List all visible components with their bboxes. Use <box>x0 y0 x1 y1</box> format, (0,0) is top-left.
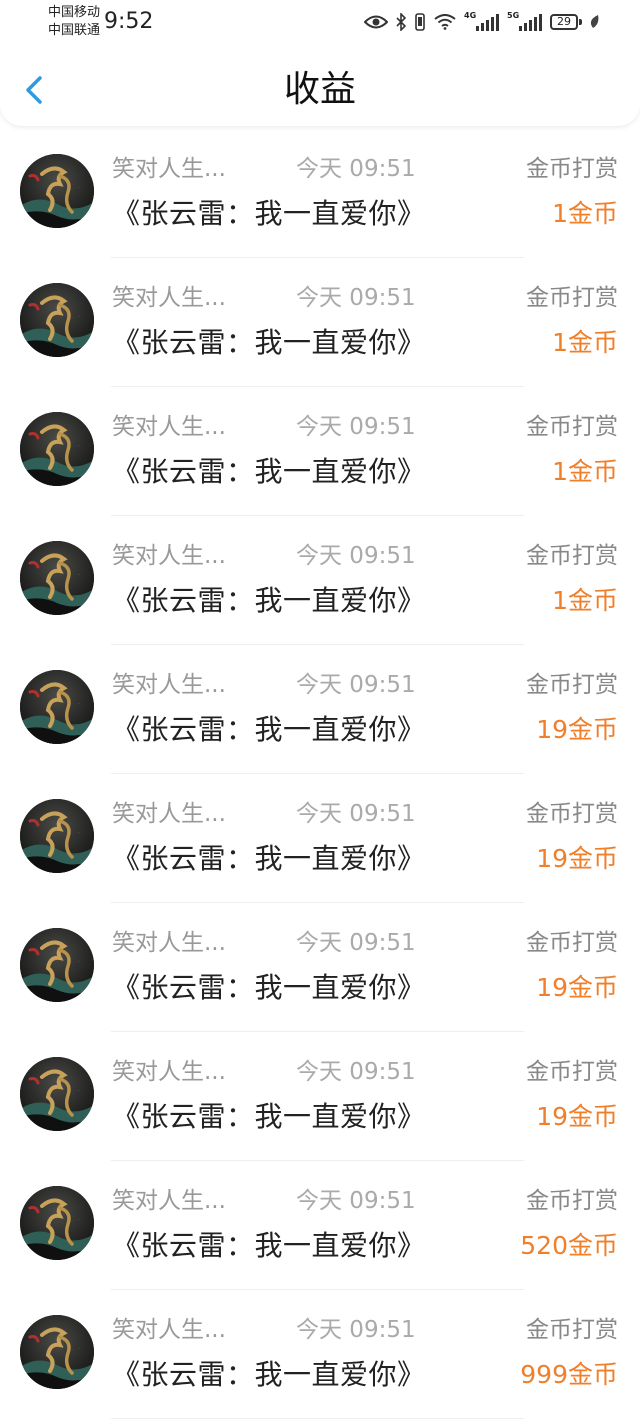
nickname: 笑对人生... <box>112 1059 226 1085</box>
earning-record[interactable]: . 笑对人生... 今天 09:51 金币打赏 《张云雷：我一直爱你》 19金币 <box>0 903 640 1032</box>
avatar: . <box>20 799 94 873</box>
record-time: 今天 09:51 <box>296 156 416 182</box>
avatar: . <box>20 670 94 744</box>
battery-icon: 29 <box>550 14 582 30</box>
reward-amount: 19金币 <box>536 715 618 744</box>
earning-record[interactable]: . 笑对人生... 今天 09:51 金币打赏 《张云雷：我一直爱你》 19金币 <box>0 1032 640 1161</box>
avatar: . <box>20 1315 94 1389</box>
avatar: . <box>20 541 94 615</box>
work-title: 《张云雷：我一直爱你》 <box>112 197 426 230</box>
earning-record[interactable]: . 笑对人生... 今天 09:51 金币打赏 《张云雷：我一直爱你》 999金… <box>0 1290 640 1419</box>
status-icons: 4G 5G 29 <box>364 10 600 34</box>
reward-amount: 1金币 <box>552 586 618 615</box>
nickname: 笑对人生... <box>112 930 226 956</box>
vibrate-icon <box>414 13 426 31</box>
reward-type: 金币打赏 <box>526 1317 618 1343</box>
nickname: 笑对人生... <box>112 801 226 827</box>
battery-level: 29 <box>550 14 578 30</box>
record-time: 今天 09:51 <box>296 543 416 569</box>
reward-type: 金币打赏 <box>526 1059 618 1085</box>
earning-record[interactable]: . 笑对人生... 今天 09:51 金币打赏 《张云雷：我一直爱你》 1金币 <box>0 129 640 258</box>
avatar: . <box>20 1057 94 1131</box>
earning-record[interactable]: . 笑对人生... 今天 09:51 金币打赏 《张云雷：我一直爱你》 1金币 <box>0 387 640 516</box>
divider <box>111 1418 524 1419</box>
work-title: 《张云雷：我一直爱你》 <box>112 971 426 1004</box>
eye-icon <box>364 14 388 30</box>
reward-amount: 19金币 <box>536 1102 618 1131</box>
reward-type: 金币打赏 <box>526 1188 618 1214</box>
signal-2-label: 5G <box>507 11 520 20</box>
record-time: 今天 09:51 <box>296 1059 416 1085</box>
reward-amount: 19金币 <box>536 973 618 1002</box>
reward-amount: 19金币 <box>536 844 618 873</box>
carrier-info: 中国移动 中国联通 <box>48 4 100 40</box>
avatar: . <box>20 283 94 357</box>
record-time: 今天 09:51 <box>296 801 416 827</box>
reward-type: 金币打赏 <box>526 930 618 956</box>
bluetooth-icon <box>396 13 406 31</box>
reward-type: 金币打赏 <box>526 414 618 440</box>
carrier-2: 中国联通 <box>48 23 101 38</box>
reward-amount: 1金币 <box>552 457 618 486</box>
carrier-1: 中国移动 <box>48 5 101 20</box>
status-bar: 中国移动 中国联通 9:52 4G 5G 29 <box>0 0 640 46</box>
reward-type: 金币打赏 <box>526 285 618 311</box>
nickname: 笑对人生... <box>112 156 226 182</box>
reward-type: 金币打赏 <box>526 801 618 827</box>
record-time: 今天 09:51 <box>296 1188 416 1214</box>
app-header: 收益 <box>0 54 640 126</box>
reward-amount: 1金币 <box>552 328 618 357</box>
wifi-icon <box>434 14 456 30</box>
signal-1-label: 4G <box>464 11 477 20</box>
work-title: 《张云雷：我一直爱你》 <box>112 455 426 488</box>
nickname: 笑对人生... <box>112 1188 226 1214</box>
nickname: 笑对人生... <box>112 672 226 698</box>
earnings-list: . 笑对人生... 今天 09:51 金币打赏 《张云雷：我一直爱你》 1金币 <box>0 129 640 1419</box>
reward-type: 金币打赏 <box>526 672 618 698</box>
signal-icon: 4G <box>464 11 499 31</box>
page-title: 收益 <box>283 69 356 110</box>
work-title: 《张云雷：我一直爱你》 <box>112 1229 426 1262</box>
work-title: 《张云雷：我一直爱你》 <box>112 326 426 359</box>
signal-icon: 5G <box>507 11 542 31</box>
record-time: 今天 09:51 <box>296 414 416 440</box>
reward-type: 金币打赏 <box>526 156 618 182</box>
record-time: 今天 09:51 <box>296 672 416 698</box>
avatar: . <box>20 1186 94 1260</box>
record-time: 今天 09:51 <box>296 930 416 956</box>
nickname: 笑对人生... <box>112 414 226 440</box>
work-title: 《张云雷：我一直爱你》 <box>112 1100 426 1133</box>
nickname: 笑对人生... <box>112 543 226 569</box>
earning-record[interactable]: . 笑对人生... 今天 09:51 金币打赏 《张云雷：我一直爱你》 1金币 <box>0 258 640 387</box>
reward-type: 金币打赏 <box>526 543 618 569</box>
earning-record[interactable]: . 笑对人生... 今天 09:51 金币打赏 《张云雷：我一直爱你》 1金币 <box>0 516 640 645</box>
record-time: 今天 09:51 <box>296 1317 416 1343</box>
reward-amount: 1金币 <box>552 199 618 228</box>
reward-amount: 520金币 <box>520 1231 618 1260</box>
reward-amount: 999金币 <box>520 1360 618 1389</box>
work-title: 《张云雷：我一直爱你》 <box>112 713 426 746</box>
nickname: 笑对人生... <box>112 1317 226 1343</box>
avatar: . <box>20 412 94 486</box>
earning-record[interactable]: . 笑对人生... 今天 09:51 金币打赏 《张云雷：我一直爱你》 19金币 <box>0 774 640 903</box>
leaf-icon <box>590 14 600 30</box>
avatar: . <box>20 928 94 1002</box>
work-title: 《张云雷：我一直爱你》 <box>112 842 426 875</box>
record-time: 今天 09:51 <box>296 285 416 311</box>
avatar: . <box>20 154 94 228</box>
nickname: 笑对人生... <box>112 285 226 311</box>
earning-record[interactable]: . 笑对人生... 今天 09:51 金币打赏 《张云雷：我一直爱你》 520金… <box>0 1161 640 1290</box>
work-title: 《张云雷：我一直爱你》 <box>112 584 426 617</box>
status-time: 9:52 <box>104 9 154 34</box>
earning-record[interactable]: . 笑对人生... 今天 09:51 金币打赏 《张云雷：我一直爱你》 19金币 <box>0 645 640 774</box>
work-title: 《张云雷：我一直爱你》 <box>112 1358 426 1391</box>
